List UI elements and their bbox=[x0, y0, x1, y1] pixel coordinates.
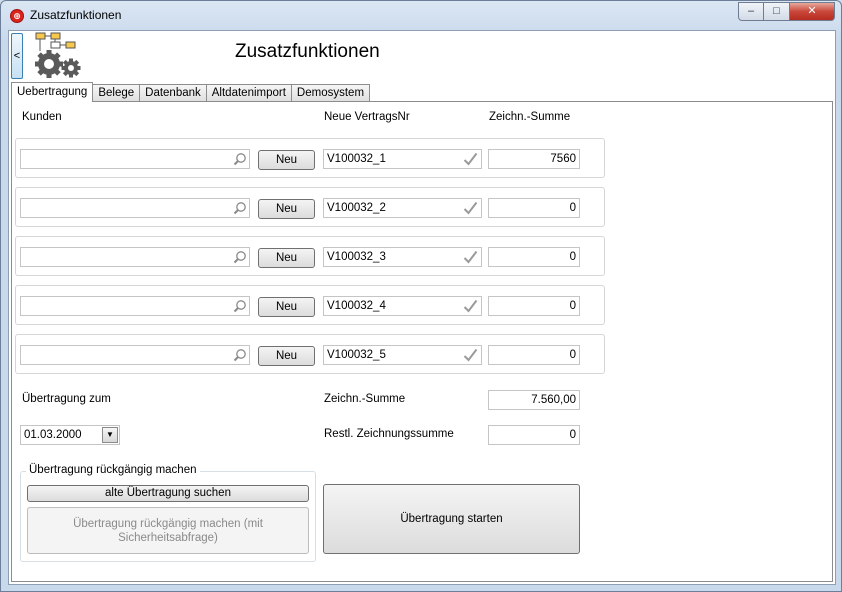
sum-field[interactable]: 0 bbox=[488, 296, 580, 316]
contract-number-value: V100032_2 bbox=[327, 202, 386, 214]
customer-search-field[interactable] bbox=[20, 296, 250, 316]
summe-column-header: Zeichn.-Summe bbox=[489, 111, 571, 123]
tab-datenbank[interactable]: Datenbank bbox=[139, 84, 207, 102]
sum-field[interactable]: 7560 bbox=[488, 149, 580, 169]
contract-number-field[interactable]: V100032_1 bbox=[323, 149, 482, 169]
undo-transfer-button[interactable]: Übertragung rückgängig machen (mit Siche… bbox=[27, 507, 309, 554]
new-customer-button[interactable]: Neu bbox=[258, 297, 315, 317]
customer-row: Neu V100032_2 0 bbox=[15, 187, 605, 227]
customer-row: Neu V100032_5 0 bbox=[15, 334, 605, 374]
contract-number-field[interactable]: V100032_4 bbox=[323, 296, 482, 316]
contract-number-value: V100032_5 bbox=[327, 349, 386, 361]
sum-field[interactable]: 0 bbox=[488, 345, 580, 365]
sum-field[interactable]: 0 bbox=[488, 247, 580, 267]
new-customer-button[interactable]: Neu bbox=[258, 199, 315, 219]
customer-search-field[interactable] bbox=[20, 345, 250, 365]
app-logo-icon: ⊕ bbox=[10, 9, 24, 23]
magnifier-icon[interactable] bbox=[233, 348, 247, 362]
magnifier-icon[interactable] bbox=[233, 299, 247, 313]
new-customer-button[interactable]: Neu bbox=[258, 248, 315, 268]
customer-row: Neu V100032_4 0 bbox=[15, 285, 605, 325]
customer-row: Neu V100032_3 0 bbox=[15, 236, 605, 276]
dropdown-arrow-icon[interactable]: ▼ bbox=[102, 427, 118, 443]
undo-transfer-groupbox: Übertragung rückgängig machen alte Übert… bbox=[20, 464, 316, 562]
contract-number-field[interactable]: V100032_3 bbox=[323, 247, 482, 267]
tab-uebertragung[interactable]: Uebertragung bbox=[11, 82, 94, 102]
tab-demosystem[interactable]: Demosystem bbox=[290, 84, 371, 102]
tab-altdatenimport[interactable]: Altdatenimport bbox=[205, 84, 292, 102]
tab-bar: Uebertragung Belege Datenbank Altdatenim… bbox=[11, 82, 371, 102]
sum-field[interactable]: 0 bbox=[488, 198, 580, 218]
transfer-date-label: Übertragung zum bbox=[22, 393, 111, 405]
start-transfer-button[interactable]: Übertragung starten bbox=[323, 484, 580, 554]
new-customer-button[interactable]: Neu bbox=[258, 150, 315, 170]
transfer-date-picker[interactable]: 01.03.2000 ▼ bbox=[20, 425, 120, 445]
vertragsnr-column-header: Neue VertragsNr bbox=[324, 111, 410, 123]
magnifier-icon[interactable] bbox=[233, 250, 247, 264]
new-customer-button[interactable]: Neu bbox=[258, 346, 315, 366]
contract-number-value: V100032_4 bbox=[327, 300, 386, 312]
title-bar[interactable]: ⊕ Zusatzfunktionen – □ ✕ bbox=[1, 1, 841, 31]
kunden-column-header: Kunden bbox=[22, 111, 62, 123]
tab-panel-uebertragung: Kunden Neue VertragsNr Zeichn.-Summe Neu… bbox=[11, 101, 833, 582]
close-button[interactable]: ✕ bbox=[790, 2, 835, 21]
contract-number-value: V100032_3 bbox=[327, 251, 386, 263]
checkmark-icon bbox=[463, 201, 478, 215]
page-title: Zusatzfunktionen bbox=[235, 41, 380, 62]
search-old-transfer-button[interactable]: alte Übertragung suchen bbox=[27, 485, 309, 502]
remaining-sum-field[interactable]: 0 bbox=[488, 425, 580, 445]
magnifier-icon[interactable] bbox=[233, 201, 247, 215]
collapse-button[interactable]: < bbox=[11, 33, 23, 79]
contract-number-field[interactable]: V100032_2 bbox=[323, 198, 482, 218]
customer-search-field[interactable] bbox=[20, 198, 250, 218]
gears-diagram-icon bbox=[35, 32, 81, 78]
customer-search-field[interactable] bbox=[20, 247, 250, 267]
remaining-sum-label: Restl. Zeichnungssumme bbox=[324, 428, 454, 440]
total-sum-field[interactable]: 7.560,00 bbox=[488, 390, 580, 410]
maximize-button[interactable]: □ bbox=[764, 2, 790, 21]
customer-search-field[interactable] bbox=[20, 149, 250, 169]
tab-belege[interactable]: Belege bbox=[92, 84, 141, 102]
undo-group-title: Übertragung rückgängig machen bbox=[26, 464, 200, 476]
customer-row: Neu V100032_1 7560 bbox=[15, 138, 605, 178]
minimize-button[interactable]: – bbox=[738, 2, 764, 21]
window-controls: – □ ✕ bbox=[738, 2, 835, 21]
application-window: ⊕ Zusatzfunktionen – □ ✕ < Zusatzfunktio… bbox=[0, 0, 842, 592]
client-area: < Zusatzfunktionen Uebertragung Belege D… bbox=[8, 30, 836, 585]
checkmark-icon bbox=[463, 152, 478, 166]
contract-number-value: V100032_1 bbox=[327, 153, 386, 165]
checkmark-icon bbox=[463, 299, 478, 313]
window-title: Zusatzfunktionen bbox=[30, 8, 122, 22]
transfer-date-value: 01.03.2000 bbox=[24, 429, 82, 441]
contract-number-field[interactable]: V100032_5 bbox=[323, 345, 482, 365]
checkmark-icon bbox=[463, 250, 478, 264]
total-sum-label: Zeichn.-Summe bbox=[324, 393, 406, 405]
checkmark-icon bbox=[463, 348, 478, 362]
magnifier-icon[interactable] bbox=[233, 152, 247, 166]
